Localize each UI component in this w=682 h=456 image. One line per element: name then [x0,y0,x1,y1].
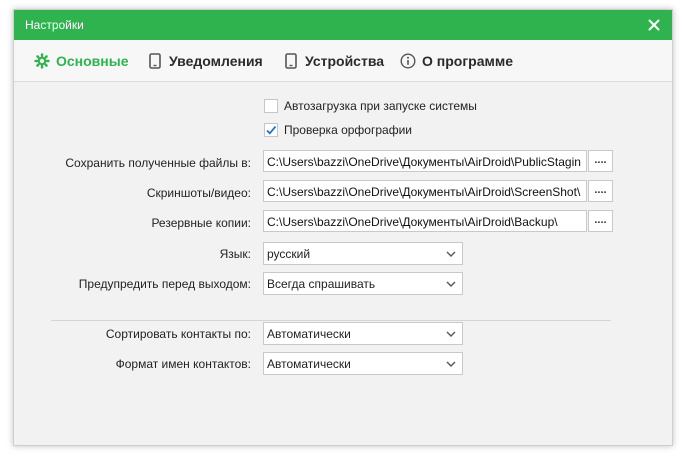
tab-devices[interactable]: Устройства [283,40,384,82]
chevron-down-icon [446,331,456,337]
tab-label: Основные [56,53,129,69]
contacts-name-format-label: Формат имен контактов: [115,357,251,371]
tab-about[interactable]: О программе [400,40,513,82]
section-divider [51,320,611,321]
backups-path-field[interactable]: C:\Users\bazzi\OneDrive\Документы\AirDro… [263,210,587,232]
chevron-down-icon [446,281,456,287]
received-files-browse-button[interactable]: .... [588,150,613,172]
exit-warning-select[interactable]: Всегда спрашивать [263,272,463,295]
contacts-sort-value: Автоматически [267,327,351,341]
tab-bar: Основные Уведомления Устройства О програ… [14,40,672,82]
autostart-label: Автозагрузка при запуске системы [284,99,477,113]
tab-label: Уведомления [169,53,263,69]
received-files-label: Сохранить полученные файлы в: [65,156,251,170]
info-icon [400,53,416,69]
window-title: Настройки [25,18,84,32]
autostart-checkbox[interactable] [264,99,278,113]
contacts-sort-label: Сортировать контакты по: [105,327,251,341]
gear-icon [34,53,50,69]
contacts-name-format-value: Автоматически [267,357,351,371]
language-select[interactable]: русский [263,242,463,265]
autostart-option[interactable]: Автозагрузка при запуске системы [264,99,477,113]
chevron-down-icon [446,361,456,367]
screenshots-path-field[interactable]: C:\Users\bazzi\OneDrive\Документы\AirDro… [263,180,587,202]
received-files-path-field[interactable]: C:\Users\bazzi\OneDrive\Документы\AirDro… [263,150,587,172]
settings-window: Настройки Основные Уведомления Устройств… [13,9,673,446]
tab-label: О программе [422,53,514,69]
phone-icon [283,53,299,69]
tab-label: Устройства [305,53,385,69]
tab-notifications[interactable]: Уведомления [147,40,263,82]
exit-warning-label: Предупредить перед выходом: [78,277,251,291]
contacts-sort-select[interactable]: Автоматически [263,322,463,345]
backups-browse-button[interactable]: .... [588,210,613,232]
backups-label: Резервные копии: [151,216,251,230]
close-icon [648,19,660,31]
screenshots-browse-button[interactable]: .... [588,180,613,202]
checkmark-icon [266,125,277,135]
exit-warning-value: Всегда спрашивать [267,277,376,291]
spellcheck-label: Проверка орфографии [284,123,412,137]
language-value: русский [267,247,311,261]
general-settings-panel: Автозагрузка при запуске системы Проверк… [14,82,672,447]
close-button[interactable] [642,13,666,37]
phone-icon [147,53,163,69]
title-bar: Настройки [14,10,672,40]
spellcheck-checkbox[interactable] [264,123,278,137]
spellcheck-option[interactable]: Проверка орфографии [264,123,412,137]
screenshots-label: Скриншоты/видео: [146,186,251,200]
chevron-down-icon [446,251,456,257]
contacts-name-format-select[interactable]: Автоматически [263,352,463,375]
tab-general[interactable]: Основные [34,40,129,82]
language-label: Язык: [219,247,251,261]
